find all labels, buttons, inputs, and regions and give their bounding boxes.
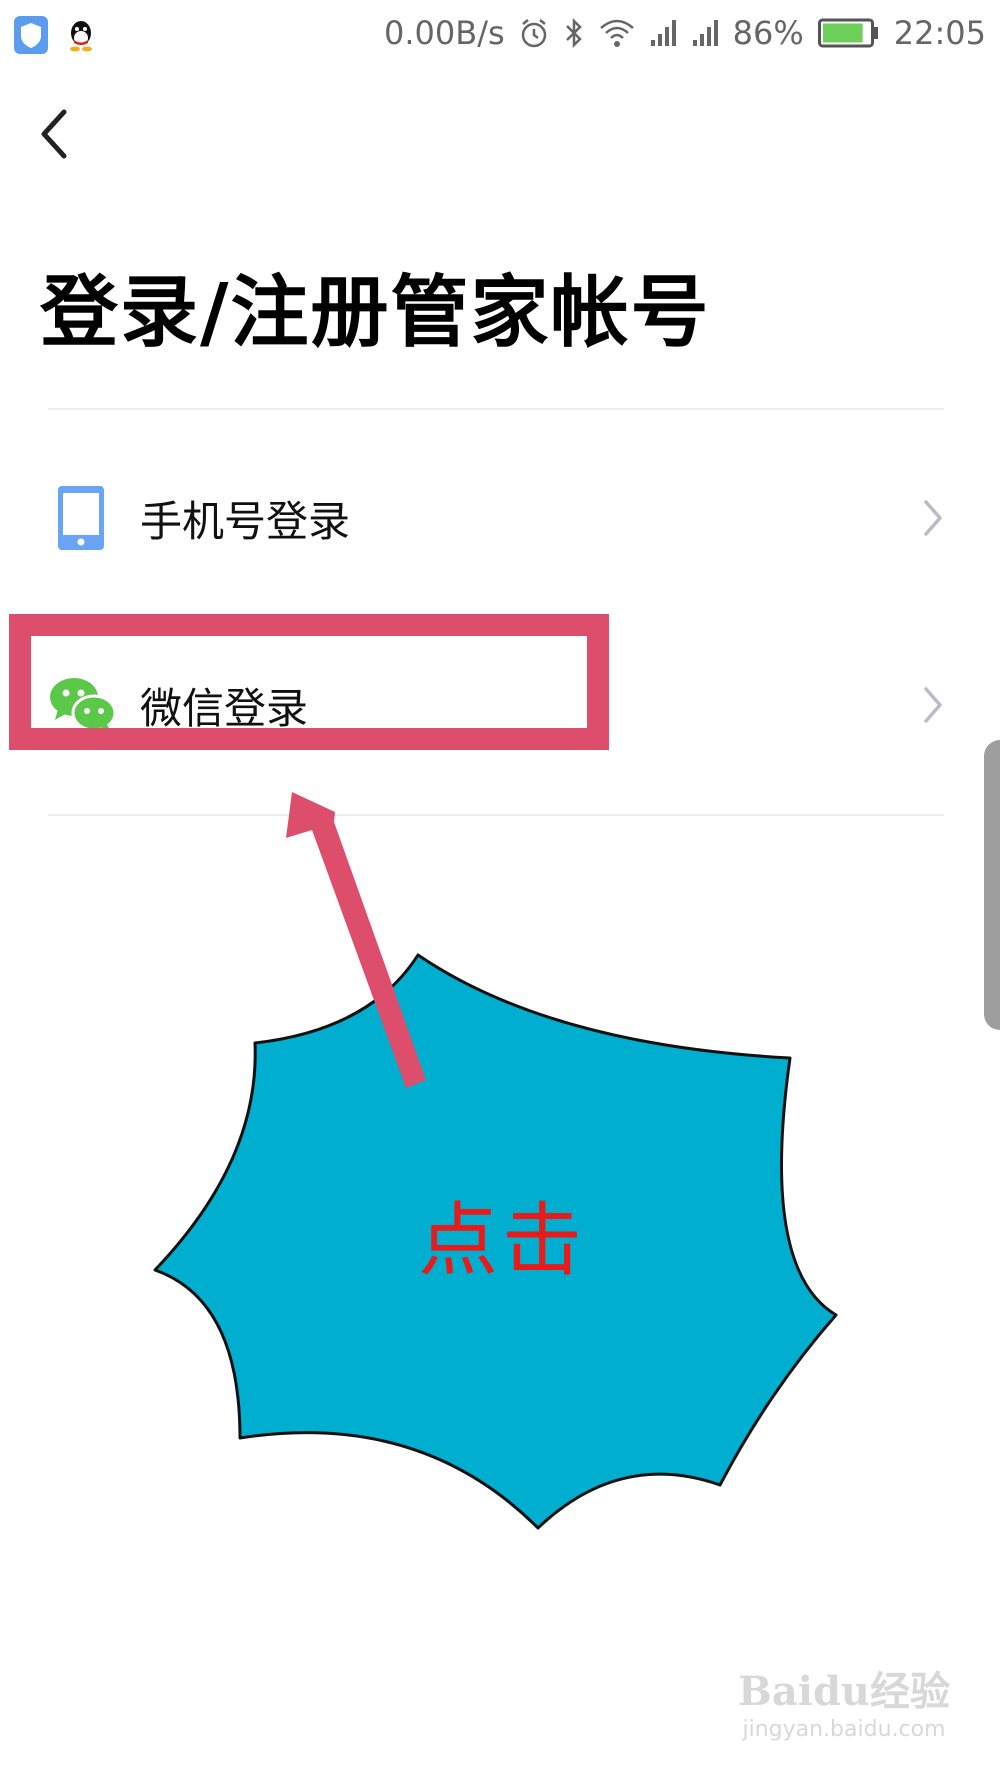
watermark-sub: jingyan.baidu.com xyxy=(742,1717,946,1742)
watermark-logo: Baidu经验 jingyan.baidu.com xyxy=(738,1659,950,1742)
callout-text: 点击 xyxy=(418,1194,586,1287)
watermark-main: Baidu经验 xyxy=(738,1668,950,1715)
annotation-overlay xyxy=(153,792,838,1530)
